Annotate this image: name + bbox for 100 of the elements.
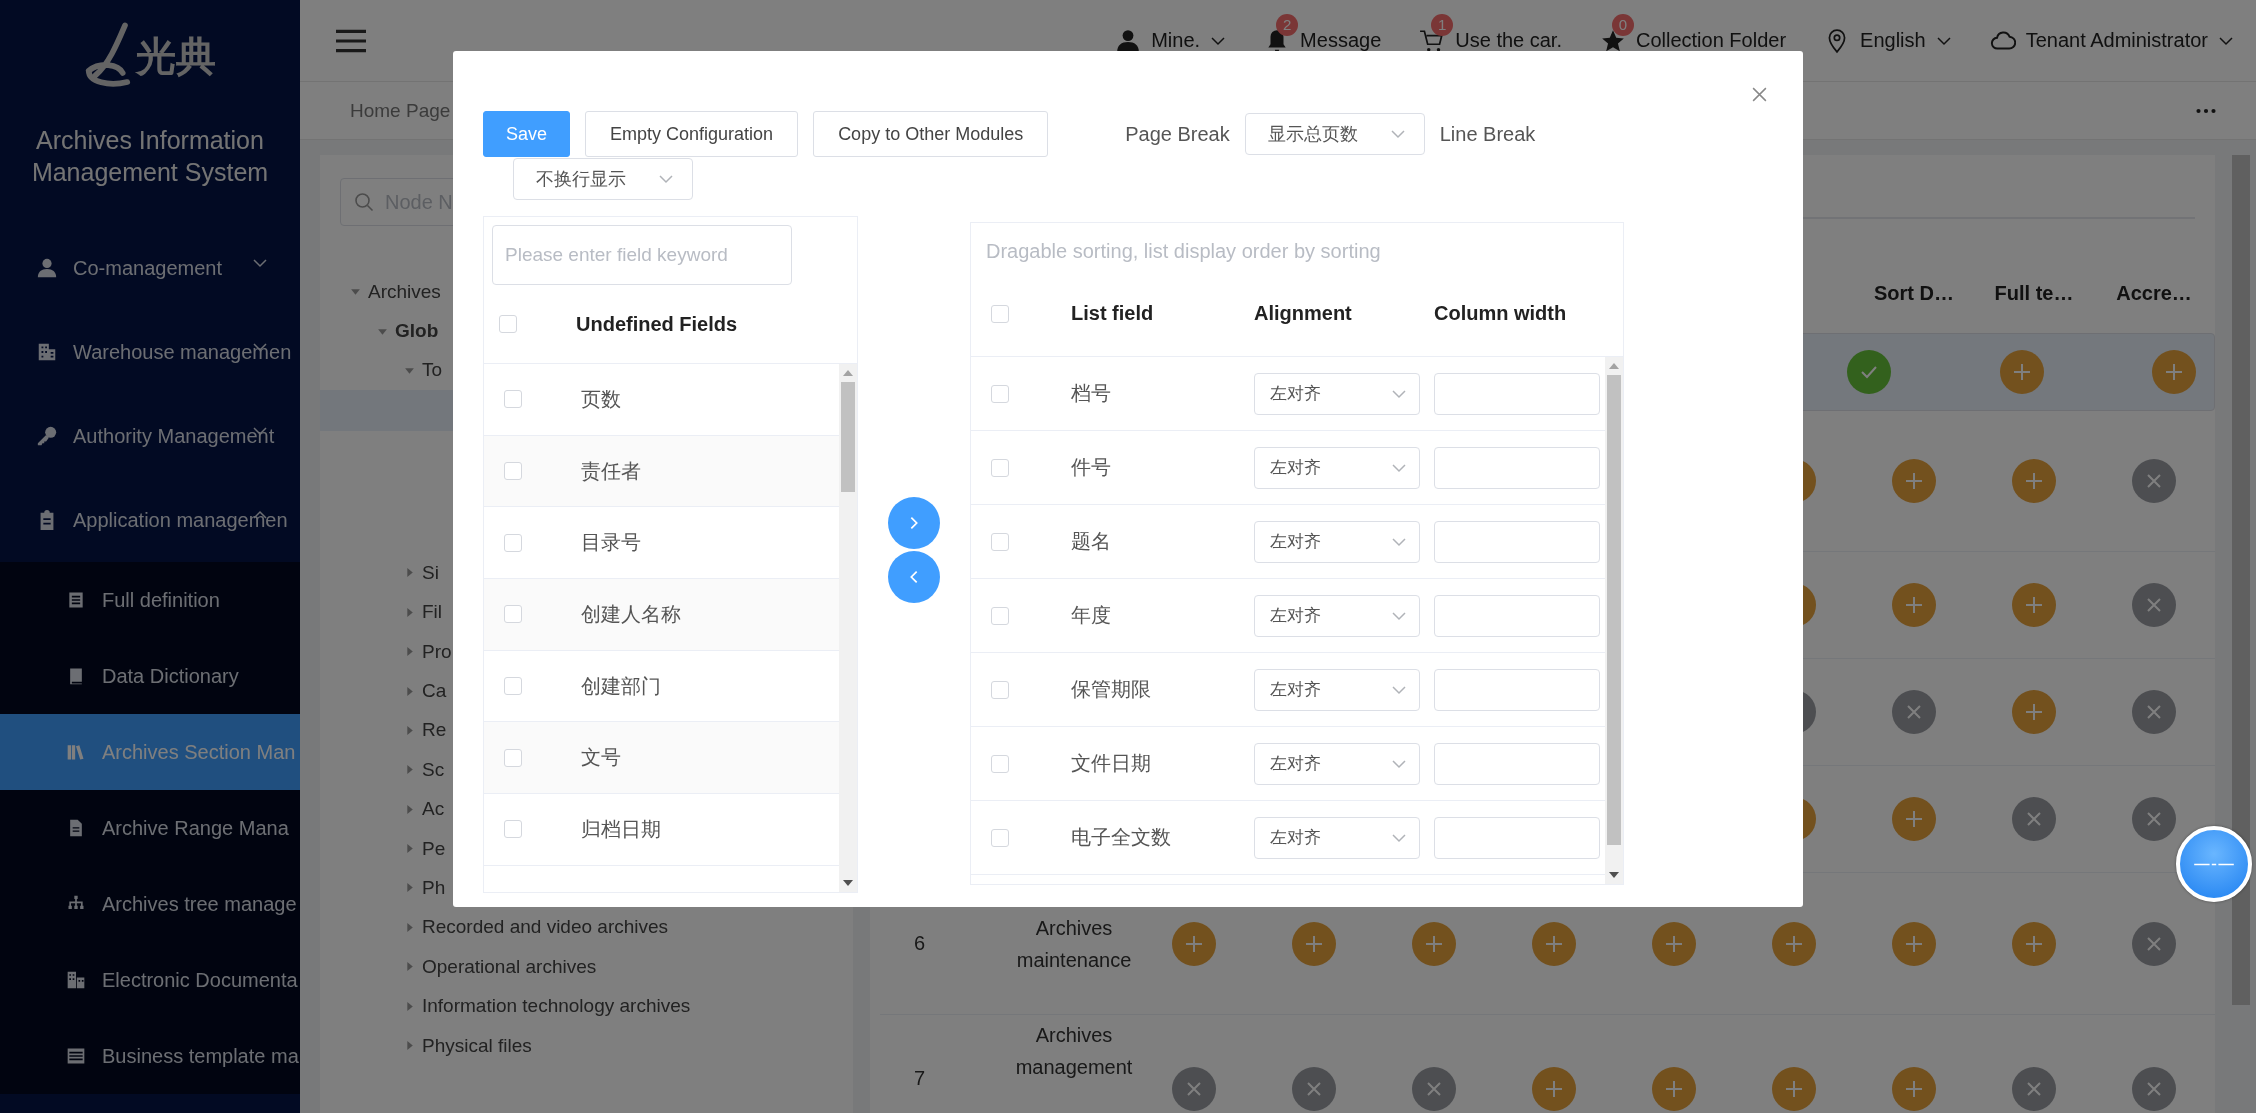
submenu-item[interactable]: Data Dictionary <box>0 638 300 714</box>
checkbox[interactable] <box>991 384 1009 403</box>
tree-node[interactable]: Fil <box>422 601 443 624</box>
tree-node[interactable]: Pe <box>422 837 446 860</box>
tree-node[interactable]: Ca <box>422 680 447 703</box>
checkbox[interactable] <box>991 458 1009 477</box>
menu-item[interactable]: Application managemen <box>0 478 300 562</box>
column-header[interactable]: Accre… <box>2116 282 2192 305</box>
submenu-item[interactable]: Archive Range Mana <box>0 790 300 866</box>
checkbox[interactable] <box>504 677 522 696</box>
tree-node[interactable]: Ac <box>422 798 445 821</box>
line-break-select[interactable]: 不换行显示 <box>513 158 693 200</box>
tree-node[interactable]: Operational archives <box>422 955 597 978</box>
scrollbar[interactable] <box>2232 155 2250 1005</box>
expand-arrow-icon[interactable] <box>404 606 415 618</box>
column-header[interactable]: Full te… <box>1994 282 2074 305</box>
plus-icon <box>2012 921 2056 966</box>
field-name: 文件日期 <box>1071 751 1152 776</box>
more-icon[interactable] <box>2196 107 2216 114</box>
checkbox[interactable] <box>991 304 1009 323</box>
breadcrumb-tab[interactable]: Home Page <box>350 99 451 122</box>
header-menu-item[interactable]: Use the car. <box>1455 29 1562 52</box>
column-width-field[interactable] <box>1434 446 1600 489</box>
expand-arrow-icon[interactable] <box>404 961 415 973</box>
column-width-field[interactable] <box>1434 594 1600 637</box>
column-width-field[interactable] <box>1434 520 1600 563</box>
checkbox[interactable] <box>991 754 1009 773</box>
header-menu-item[interactable]: English <box>1860 29 1926 52</box>
column-width-field[interactable] <box>1434 372 1600 415</box>
checkbox[interactable] <box>504 605 522 624</box>
checkbox[interactable] <box>504 533 522 552</box>
expand-arrow-icon[interactable] <box>404 882 415 894</box>
page-break-select[interactable]: 显示总页数 <box>1244 113 1425 155</box>
checkbox[interactable] <box>504 820 522 839</box>
expand-arrow-icon[interactable] <box>404 567 415 579</box>
alignment-select[interactable]: 左对齐 <box>1254 446 1420 489</box>
scrollbar[interactable] <box>1605 357 1623 884</box>
alignment-select[interactable]: 左对齐 <box>1254 594 1420 637</box>
checkbox[interactable] <box>991 680 1009 699</box>
submenu-item[interactable]: Full definition <box>0 562 300 638</box>
search-icon <box>354 192 374 212</box>
checkbox[interactable] <box>504 390 522 409</box>
tree-node[interactable]: Sc <box>422 758 445 781</box>
tree-node[interactable]: Si <box>422 561 439 584</box>
toolbar-button[interactable]: Empty Configuration <box>585 111 799 157</box>
expand-arrow-icon[interactable] <box>404 685 415 697</box>
tree-node[interactable]: Information technology archives <box>422 995 691 1018</box>
menu-item[interactable]: Co-management <box>0 226 300 310</box>
caret-icon <box>1389 129 1406 139</box>
alignment-select[interactable]: 左对齐 <box>1254 742 1420 785</box>
alignment-select[interactable]: 左对齐 <box>1254 668 1420 711</box>
expand-arrow-icon[interactable] <box>404 1000 415 1012</box>
expand-arrow-icon[interactable] <box>350 286 361 298</box>
tree-node[interactable]: Archives <box>368 280 441 303</box>
plus-icon <box>1892 797 1936 841</box>
expand-arrow-icon[interactable] <box>404 921 415 933</box>
tree-node[interactable]: To <box>422 359 443 382</box>
column-header[interactable]: Sort D… <box>1874 282 1954 305</box>
column-width-field[interactable] <box>1434 668 1600 711</box>
keyword-search-field[interactable]: Please enter field keyword <box>492 225 792 285</box>
tree-node[interactable]: Ph <box>422 877 446 899</box>
tree-node[interactable]: Glob <box>395 320 439 343</box>
expand-arrow-icon[interactable] <box>404 724 415 736</box>
tree-node[interactable]: Physical files <box>422 1034 532 1057</box>
header-menu-item[interactable]: Message <box>1300 29 1382 52</box>
header-menu-item[interactable]: Mine. <box>1151 29 1201 52</box>
menu-icon[interactable] <box>336 28 366 53</box>
column-width-field[interactable] <box>1434 816 1600 859</box>
submenu-item[interactable]: Archives Section Man <box>0 714 300 790</box>
column-width-field[interactable] <box>1434 742 1600 785</box>
checkbox[interactable] <box>991 828 1009 847</box>
checkbox[interactable] <box>499 315 517 333</box>
checkbox[interactable] <box>504 462 522 481</box>
tree-node[interactable]: Pro <box>422 640 452 663</box>
menu-item[interactable]: Warehouse managemen <box>0 310 300 394</box>
scrollbar[interactable] <box>839 364 857 892</box>
submenu-item[interactable]: Archives tree manage <box>0 866 300 942</box>
tree-node[interactable]: Recorded and video archives <box>422 916 669 939</box>
tree-node[interactable]: Re <box>422 719 447 742</box>
menu-item[interactable]: Authority Management <box>0 394 300 478</box>
alignment-select[interactable]: 左对齐 <box>1254 520 1420 563</box>
close-icon[interactable] <box>1751 86 1768 103</box>
header-menu-item[interactable]: Tenant Administrator <box>2025 29 2208 52</box>
checkbox[interactable] <box>991 606 1009 625</box>
alignment-select[interactable]: 左对齐 <box>1254 816 1420 859</box>
toolbar-button[interactable]: Save <box>483 111 571 157</box>
move-right-button[interactable] <box>888 497 940 549</box>
checkbox[interactable] <box>504 748 522 767</box>
move-left-button[interactable] <box>888 551 940 603</box>
expand-arrow-icon[interactable] <box>404 1040 415 1052</box>
toolbar-button[interactable]: Copy to Other Modules <box>813 111 1049 157</box>
alignment-select[interactable]: 左对齐 <box>1254 372 1420 415</box>
expand-arrow-icon[interactable] <box>404 803 415 815</box>
expand-arrow-icon[interactable] <box>404 764 415 776</box>
expand-arrow-icon[interactable] <box>404 646 415 658</box>
header-menu-item[interactable]: Collection Folder <box>1636 29 1787 52</box>
checkbox[interactable] <box>991 532 1009 551</box>
submenu-item[interactable]: Electronic Documenta <box>0 942 300 1018</box>
submenu-item[interactable]: Business template ma <box>0 1018 300 1094</box>
expand-arrow-icon[interactable] <box>404 843 415 855</box>
